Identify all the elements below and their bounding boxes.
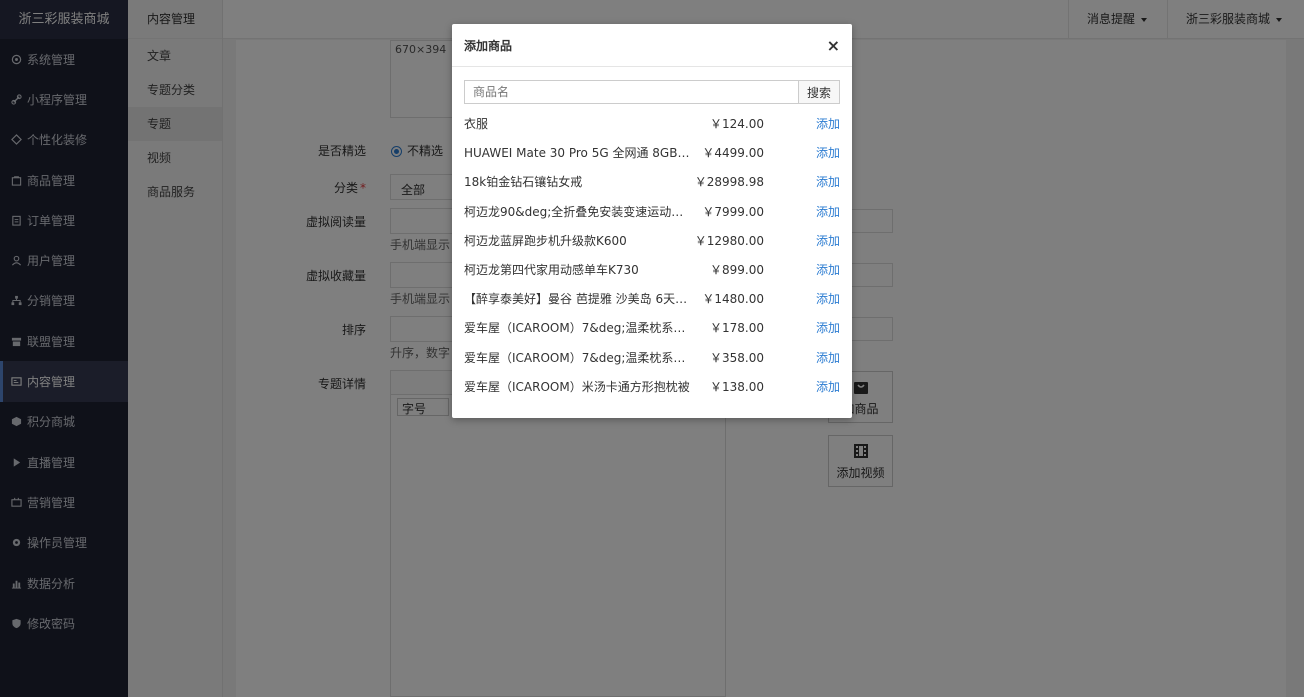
product-name: 柯迈龙蓝屏跑步机升级款K600: [464, 233, 627, 248]
add-product-button[interactable]: 添加: [764, 203, 840, 220]
product-price: ￥899.00: [710, 263, 764, 278]
product-row: 爱车屋（ICAROOM）7&deg;温柔枕系列头枕 ￥178.00 添加: [464, 313, 840, 342]
product-name: 柯迈龙90&deg;全折叠免安装变速运动娱乐: [464, 204, 694, 219]
product-price: ￥28998.98: [694, 175, 764, 190]
search-row: 搜索: [464, 80, 840, 104]
product-price: ￥4499.00: [702, 146, 764, 161]
product-row: 18k铂金钻石镶钻女戒 ￥28998.98 添加: [464, 167, 840, 196]
product-name: 衣服: [464, 117, 489, 132]
product-price: ￥1480.00: [702, 292, 764, 307]
product-list: 衣服 ￥124.00 添加 HUAWEI Mate 30 Pro 5G 全网通 8GB…: [464, 109, 840, 401]
search-input[interactable]: [464, 80, 798, 104]
product-name: 爱车屋（ICAROOM）米汤卡通方形抱枕被: [464, 379, 690, 394]
product-row: 柯迈龙第四代家用动感单车K730 ￥899.00 添加: [464, 255, 840, 284]
product-price: ￥178.00: [710, 321, 764, 336]
add-product-button[interactable]: 添加: [764, 378, 840, 395]
close-icon[interactable]: ×: [827, 36, 840, 55]
product-price: ￥124.00: [710, 117, 764, 132]
add-product-button[interactable]: 添加: [764, 290, 840, 307]
product-name: 18k铂金钻石镶钻女戒: [464, 175, 583, 190]
add-goods-modal: 添加商品 × 搜索 衣服￥124.00添加HUAWEI Mate 30 Pro …: [452, 24, 852, 418]
product-name: 【醉享泰美好】曼谷 芭提雅 沙美岛 6天5晚: [464, 292, 694, 307]
product-name: 柯迈龙第四代家用动感单车K730: [464, 263, 639, 278]
product-price: ￥7999.00: [702, 204, 764, 219]
add-product-button[interactable]: 添加: [764, 173, 840, 190]
product-name: 爱车屋（ICAROOM）7&deg;温柔枕系列头枕: [464, 321, 694, 336]
product-price: ￥12980.00: [694, 233, 764, 248]
product-price: ￥358.00: [710, 350, 764, 365]
search-button[interactable]: 搜索: [798, 80, 840, 104]
add-product-button[interactable]: 添加: [764, 115, 840, 132]
product-price: ￥138.00: [710, 379, 764, 394]
product-row: HUAWEI Mate 30 Pro 5G 全网通 8GB+256GB ￥4499…: [464, 138, 840, 167]
product-row: 柯迈龙90&deg;全折叠免安装变速运动娱乐 ￥7999.00 添加: [464, 197, 840, 226]
product-row: 爱车屋（ICAROOM）7&deg;温柔枕系列腰靠 ￥358.00 添加: [464, 343, 840, 372]
product-row: 衣服 ￥124.00 添加: [464, 109, 840, 138]
modal-title: 添加商品: [464, 38, 513, 53]
product-row: 爱车屋（ICAROOM）米汤卡通方形抱枕被 ￥138.00 添加: [464, 372, 840, 401]
add-product-button[interactable]: 添加: [764, 144, 840, 161]
modal-header: 添加商品 ×: [452, 24, 852, 67]
product-row: 【醉享泰美好】曼谷 芭提雅 沙美岛 6天5晚 ￥1480.00 添加: [464, 284, 840, 313]
product-name: HUAWEI Mate 30 Pro 5G 全网通 8GB+256GB: [464, 146, 694, 161]
add-product-button[interactable]: 添加: [764, 319, 840, 336]
product-name: 爱车屋（ICAROOM）7&deg;温柔枕系列腰靠: [464, 350, 694, 365]
product-row: 柯迈龙蓝屏跑步机升级款K600 ￥12980.00 添加: [464, 226, 840, 255]
add-product-button[interactable]: 添加: [764, 232, 840, 249]
add-product-button[interactable]: 添加: [764, 349, 840, 366]
add-product-button[interactable]: 添加: [764, 261, 840, 278]
